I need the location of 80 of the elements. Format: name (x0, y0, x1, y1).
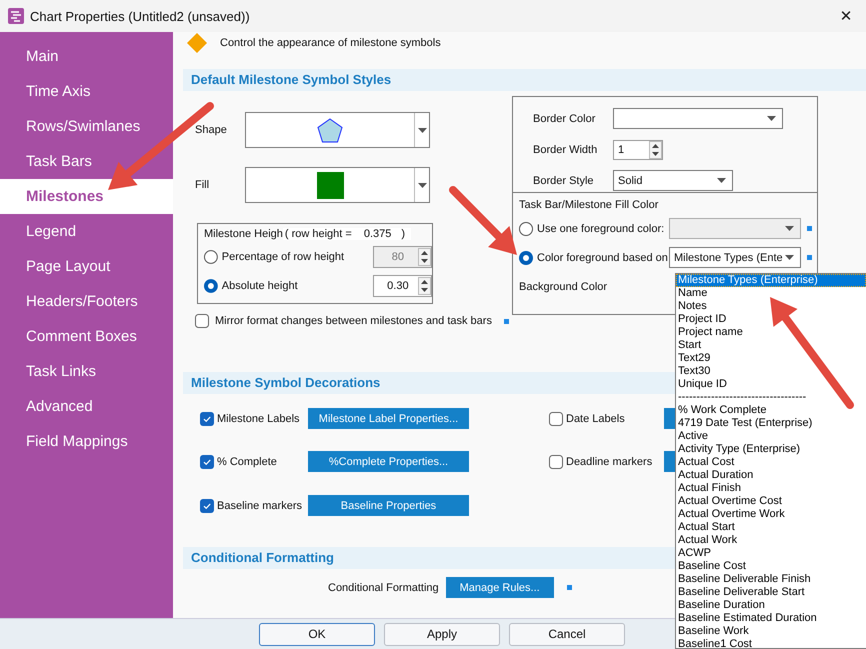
dropdown-option[interactable]: Milestone Types (Enterprise) (676, 274, 866, 287)
dropdown-option[interactable]: Activity Type (Enterprise) (676, 443, 866, 456)
sidebar-item[interactable]: Comment Boxes (0, 319, 173, 354)
dropdown-option[interactable]: Text30 (676, 365, 866, 378)
field-label: Shape (195, 124, 228, 136)
dropdown-option[interactable]: Actual Cost (676, 456, 866, 469)
radio-label: Percentage of row height (222, 250, 346, 262)
dropdown-option[interactable]: ACWP (676, 547, 866, 560)
dropdown-option[interactable]: Start (676, 339, 866, 352)
close-button[interactable]: ✕ (826, 0, 866, 32)
sidebar-item[interactable]: Page Layout (0, 249, 173, 284)
radio-label: Use one foreground color: (537, 222, 664, 234)
field-label: Background Color (519, 280, 608, 292)
field-label: Border Width (533, 144, 598, 156)
properties-button[interactable]: Milestone Label Properties... (308, 408, 469, 429)
dropdown-option[interactable]: Baseline1 Cost (676, 638, 866, 648)
dialog-button[interactable]: Apply (384, 622, 500, 646)
dropdown-option[interactable]: Name (676, 287, 866, 300)
field-dropdown[interactable]: Milestone Types (Ente (669, 247, 801, 268)
dropdown-option[interactable]: Notes (676, 300, 866, 313)
dropdown-option[interactable]: % Work Complete (676, 404, 866, 417)
dropdown-option[interactable]: Actual Finish (676, 482, 866, 495)
section-title: Milestone Symbol Decorations (191, 375, 380, 390)
window-title: Chart Properties (Untitled2 (unsaved)) (30, 8, 251, 24)
style-dropdown[interactable]: Solid (613, 170, 733, 191)
sidebar-item[interactable]: Main (0, 39, 173, 74)
field-label: Border Style (533, 174, 595, 186)
sidebar-item[interactable]: Milestones (0, 179, 173, 214)
dialog-button[interactable]: OK (259, 622, 375, 646)
dropdown-option[interactable]: Baseline Duration (676, 599, 866, 612)
radio-label: Color foreground based on (537, 252, 668, 264)
manage-rules-button[interactable]: Manage Rules... (446, 577, 554, 598)
section-title: Conditional Formatting (191, 550, 334, 565)
dropdown-option[interactable]: 4719 Date Test (Enterprise) (676, 417, 866, 430)
dropdown-option[interactable]: Active (676, 430, 866, 443)
dropdown-option[interactable]: Actual Work (676, 534, 866, 547)
dropdown-option[interactable]: Baseline Deliverable Finish (676, 573, 866, 586)
number-field[interactable]: 1 (613, 140, 663, 160)
dropdown-option[interactable]: Actual Start (676, 521, 866, 534)
dropdown-option[interactable]: Actual Duration (676, 469, 866, 482)
dropdown-option[interactable]: Baseline Estimated Duration (676, 612, 866, 625)
checkbox-label: Date Labels (566, 412, 626, 424)
group-title: Milestone Heigh (204, 228, 283, 240)
row-height-label: ( row height = (284, 228, 352, 240)
sidebar-item[interactable]: Task Bars (0, 144, 173, 179)
field-label: Border Color (533, 112, 596, 124)
dropdown-option[interactable]: ----------------------------------- (676, 391, 866, 404)
field-label: Conditional Formatting (328, 582, 439, 594)
sidebar-item[interactable]: Headers/Footers (0, 284, 173, 319)
section-title: Default Milestone Symbol Styles (191, 72, 392, 87)
dropdown-option[interactable]: Unique ID (676, 378, 866, 391)
sidebar-item[interactable]: Advanced (0, 389, 173, 424)
sidebar-item[interactable]: Rows/Swimlanes (0, 109, 173, 144)
page-description: Control the appearance of milestone symbols (220, 37, 441, 49)
sidebar-item[interactable]: Time Axis (0, 74, 173, 109)
properties-button[interactable]: Baseline Properties (308, 495, 469, 516)
checkbox-label: Deadline markers (566, 456, 654, 468)
properties-button[interactable]: %Complete Properties... (308, 451, 469, 472)
checkbox-label: Mirror format changes between milestones and task bars (215, 315, 492, 327)
dropdown-option[interactable]: Baseline Work (676, 625, 866, 638)
dropdown-option[interactable]: Baseline Cost (676, 560, 866, 573)
checkbox-label: Milestone Labels (217, 412, 301, 424)
checkbox-label: % Complete (217, 456, 278, 468)
dialog-button[interactable]: Cancel (509, 622, 625, 646)
row-height-value: 0.375 (364, 228, 392, 240)
field-label: Fill (195, 179, 210, 191)
dropdown-option[interactable]: Actual Overtime Work (676, 508, 866, 521)
dropdown-option[interactable]: Project name (676, 326, 866, 339)
dropdown-option[interactable]: Project ID (676, 313, 866, 326)
sidebar-item[interactable]: Task Links (0, 354, 173, 389)
dropdown-option[interactable]: Actual Overtime Cost (676, 495, 866, 508)
sidebar-item[interactable]: Legend (0, 214, 173, 249)
dropdown-option[interactable]: Text29 (676, 352, 866, 365)
dropdown-option[interactable]: Baseline Deliverable Start (676, 586, 866, 599)
number-field[interactable]: 0.30 (372, 274, 432, 296)
radio-label: Absolute height (222, 280, 299, 292)
row-height-label: ) (401, 228, 406, 240)
sidebar-item[interactable]: Field Mappings (0, 424, 173, 459)
group-title: Task Bar/Milestone Fill Color (519, 199, 658, 211)
checkbox-label: Baseline markers (217, 500, 303, 512)
